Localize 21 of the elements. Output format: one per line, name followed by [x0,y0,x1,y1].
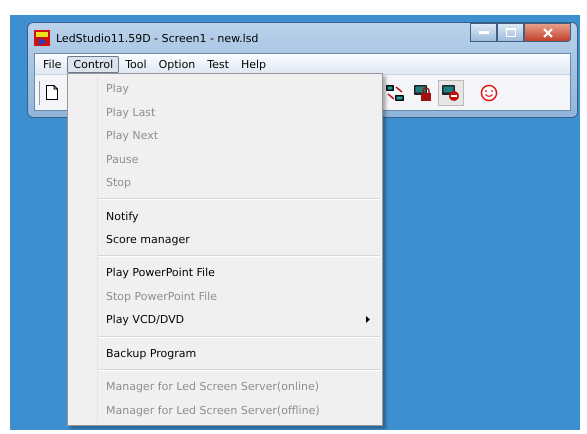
menu-item[interactable]: Help [234,56,272,72]
minimize-button[interactable] [470,23,497,42]
menu-item[interactable]: Score manager [106,228,380,252]
menu-item[interactable]: Test [201,56,235,72]
menu-item[interactable]: Play VCD/DVD [106,308,380,332]
window-title: LedStudio11.59D - Screen1 - new.lsd [56,32,258,44]
monitor-stop-icon[interactable] [438,80,464,106]
menu-item[interactable]: File [37,56,68,72]
maximize-icon [506,28,516,37]
submenu-arrow-icon [366,316,370,324]
menu-item[interactable]: Tool [119,56,153,72]
menu-item[interactable]: Control [67,56,120,72]
menu-item[interactable]: Play PowerPoint File [106,261,380,285]
menu-item[interactable]: Option [152,56,202,72]
maximize-button[interactable] [497,23,524,42]
minimize-icon [478,30,488,34]
app-icon [34,30,50,46]
menu-item[interactable]: Backup Program [106,342,380,366]
close-button[interactable] [524,23,571,42]
menu-item[interactable]: Notify [106,204,380,228]
close-icon [542,28,552,38]
